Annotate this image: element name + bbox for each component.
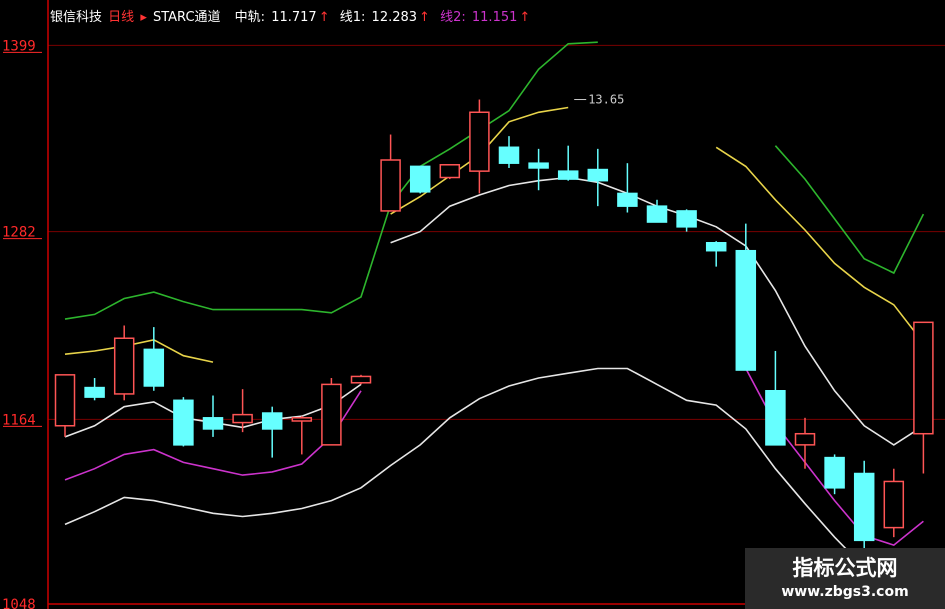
band-lines — [64, 41, 925, 586]
candle-body — [853, 472, 875, 542]
candlesticks — [54, 99, 934, 550]
candle-body — [735, 249, 757, 371]
line1-value: 12.283 — [371, 10, 418, 25]
candle-body — [291, 417, 313, 422]
line2-label: 线2: — [440, 10, 466, 25]
candle-body — [84, 386, 105, 398]
line2-value: 11.151 — [471, 10, 518, 25]
period-label[interactable]: 日线 — [108, 10, 134, 25]
candle-body — [528, 162, 549, 169]
candle-body — [261, 412, 283, 430]
candle-body — [380, 159, 401, 212]
candle-body — [557, 170, 579, 180]
price-chart: 1399128211641048 13.6510.83 — [2, 0, 945, 609]
line1-up-arrow: ↑ — [419, 10, 430, 25]
annotation-label: 13.65 — [588, 93, 624, 107]
candle-body — [498, 146, 520, 164]
price-axis: 1399128211641048 — [2, 0, 945, 609]
series-line — [64, 338, 214, 363]
candle-body — [54, 374, 76, 427]
candle-body — [409, 165, 431, 193]
mid-value: 11.717 — [271, 10, 317, 25]
candle-body — [439, 164, 461, 179]
candle-body — [913, 321, 934, 435]
candle-body — [173, 399, 194, 446]
candle-body — [232, 413, 253, 424]
candle-body — [765, 390, 786, 446]
candle-body — [705, 242, 727, 252]
watermark-title: 指标公式网 — [792, 556, 898, 580]
candle-body — [469, 111, 490, 172]
candle-body — [676, 210, 697, 228]
y-tick-label: 1048 — [2, 597, 36, 609]
candle-body — [587, 168, 609, 182]
line1-label: 线1: — [339, 10, 366, 25]
candle-body — [646, 205, 668, 223]
candle-body — [321, 383, 342, 446]
candle-body — [617, 192, 638, 207]
line2-up-arrow: ↑ — [519, 10, 531, 25]
stock-name[interactable]: 银信科技 — [50, 10, 102, 25]
candle-body — [883, 480, 905, 529]
series-line — [774, 145, 925, 275]
candle-body — [824, 456, 845, 489]
candle-body — [350, 375, 372, 384]
indicator-header: 银信科技 日线 ▸ STARC通道 中轨: 11.717 ↑ 线1: 12.283… — [50, 6, 532, 26]
candle-body — [113, 337, 135, 395]
candle-body — [143, 348, 165, 387]
mid-label: 中轨: — [234, 10, 266, 25]
indicator-name[interactable]: STARC通道 — [153, 10, 221, 25]
candle-body — [794, 432, 816, 446]
watermark: 指标公式网 www.zbgs3.com — [745, 548, 945, 609]
mid-up-arrow: ↑ — [318, 10, 330, 25]
series-line — [64, 41, 598, 320]
price-gridlines — [48, 44, 945, 605]
watermark-url: www.zbgs3.com — [781, 584, 909, 600]
candle-body — [202, 417, 224, 430]
indicator-arrow-icon[interactable]: ▸ — [140, 10, 147, 25]
